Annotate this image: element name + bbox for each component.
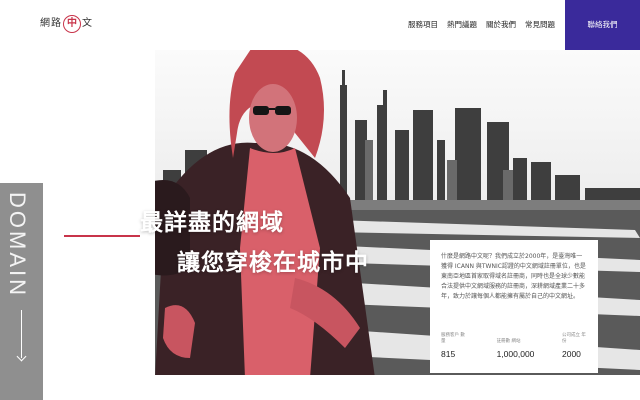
intro-text: 什麼是網路中文呢？我們成立於2000年，是臺灣唯一獲得 ICANN 與TWNIC…	[441, 253, 586, 300]
headline-accent-white	[103, 225, 137, 227]
stat-founded: 公司成立 年份 2000	[562, 333, 590, 359]
stat-label: 服務客戶 數量	[441, 333, 465, 344]
intro-card: 什麼是網路中文呢？我們成立於2000年，是臺灣唯一獲得 ICANN 與TWNIC…	[430, 240, 598, 373]
brand-text-right: 文	[82, 18, 93, 29]
nav-item-topics[interactable]: 熱門議題	[447, 19, 477, 31]
brand-text-left: 網路	[40, 18, 62, 29]
nav-item-faq[interactable]: 常見問題	[525, 19, 555, 31]
stats-row: 服務客戶 數量 815 註冊數 網站 1,000,000 公司成立 年份 200…	[441, 333, 590, 359]
headline-accent-red	[64, 235, 140, 237]
brand-mark-icon: 中	[63, 15, 81, 33]
stat-value: 2000	[561, 349, 581, 359]
hero-headline-line2: 讓您穿梭在城市中	[177, 250, 369, 276]
stat-value: 1,000,000	[496, 349, 535, 359]
stat-clients: 服務客戶 數量 815	[441, 333, 469, 359]
main-nav: 服務項目 熱門議題 關於我們 常見問題	[408, 19, 555, 31]
side-label: DOMAIN	[5, 192, 30, 298]
stat-label: 註冊數 網站	[496, 339, 521, 344]
stat-label: 公司成立 年份	[561, 333, 586, 344]
nav-item-services[interactable]: 服務項目	[408, 19, 438, 31]
stat-domains: 註冊數 網站 1,000,000	[497, 339, 535, 359]
site-header: 網路 中 文 服務項目 熱門議題 關於我們 常見問題 聯絡我們	[0, 0, 640, 50]
hero-headline-line1: 最詳盡的網域	[140, 210, 284, 236]
nav-item-about[interactable]: 關於我們	[486, 19, 516, 31]
brand-logo[interactable]: 網路 中 文	[40, 14, 93, 34]
stat-value: 815	[441, 349, 456, 359]
contact-button[interactable]: 聯絡我們	[565, 0, 640, 50]
